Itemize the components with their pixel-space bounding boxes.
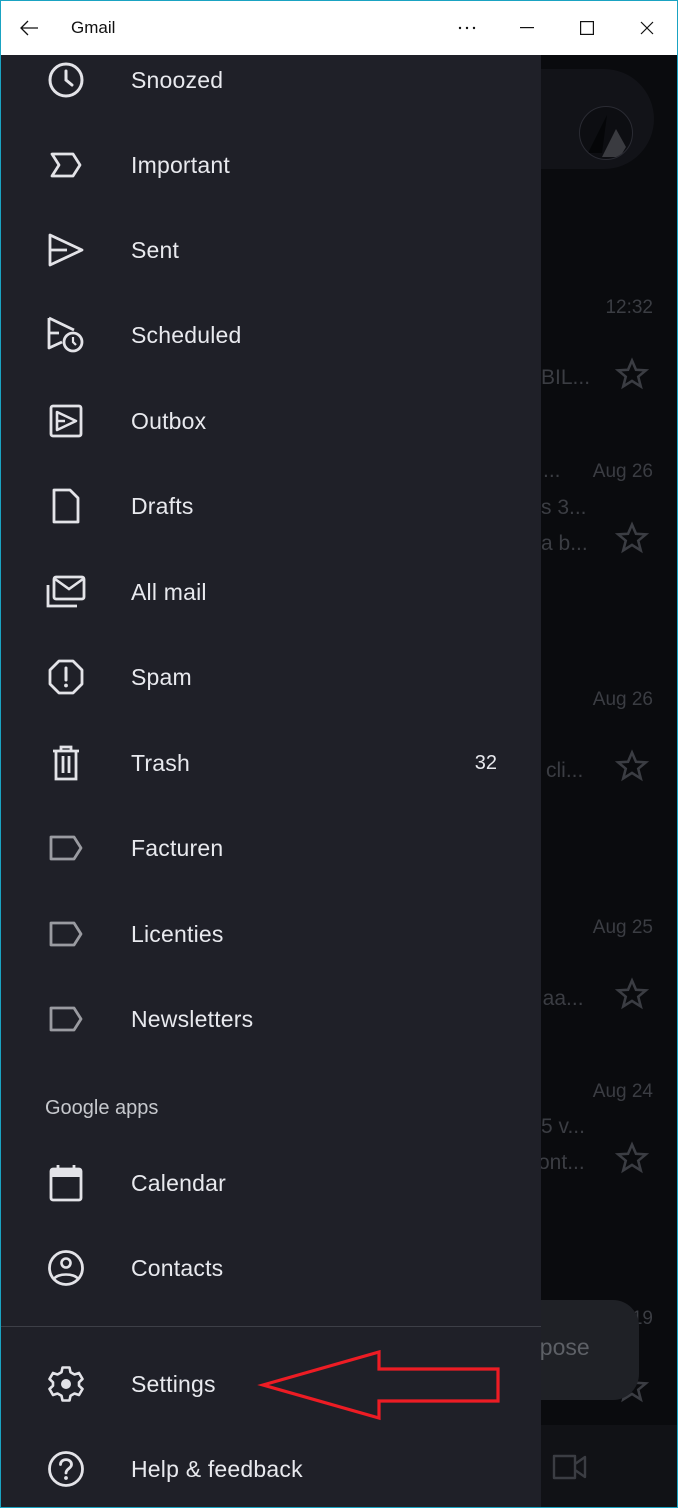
drawer-item-label: Facturen xyxy=(131,834,224,861)
drawer-item-label: All mail xyxy=(131,578,207,605)
drawer-item-important[interactable]: Important xyxy=(1,123,541,207)
mail-snippet: 5 v... xyxy=(541,1115,585,1138)
drawer-item-snoozed[interactable]: Snoozed xyxy=(1,38,541,122)
all-mail-icon xyxy=(45,571,87,613)
send-icon xyxy=(45,229,87,271)
drawer-item-label: Snoozed xyxy=(131,66,224,93)
close-icon xyxy=(640,21,654,35)
minimize-icon xyxy=(520,27,534,29)
drawer-item-label: Outbox xyxy=(131,407,207,434)
drawer-item-calendar[interactable]: Calendar xyxy=(1,1141,541,1225)
drawer-item-label: Newsletters xyxy=(131,1005,254,1032)
compose-button[interactable]: npose xyxy=(527,1300,639,1400)
bottom-navigation xyxy=(541,1425,677,1507)
mail-snippet: ... xyxy=(543,459,561,482)
drawer-divider xyxy=(1,1326,541,1327)
star-icon[interactable] xyxy=(615,521,649,555)
spam-icon xyxy=(45,656,87,698)
more-dots-icon xyxy=(458,26,476,30)
mail-time: Aug 26 xyxy=(592,461,653,482)
star-icon[interactable] xyxy=(615,1141,649,1175)
clock-icon xyxy=(45,59,87,101)
calendar-icon xyxy=(45,1162,87,1204)
mail-snippet: s 3... xyxy=(541,496,587,519)
avatar-icon xyxy=(588,115,626,157)
maximize-button[interactable] xyxy=(557,1,617,55)
label-icon xyxy=(45,998,87,1040)
drawer-item-contacts[interactable]: Contacts xyxy=(1,1226,541,1310)
drawer-item-drafts[interactable]: Drafts xyxy=(1,464,541,548)
mail-time: Aug 25 xyxy=(592,917,653,938)
navigation-drawer: Snoozed Important Sent Scheduled Outbox xyxy=(1,55,541,1507)
drawer-item-label: Calendar xyxy=(131,1169,226,1196)
account-avatar[interactable] xyxy=(579,106,633,160)
close-button[interactable] xyxy=(617,1,677,55)
drawer-item-settings[interactable]: Settings xyxy=(1,1342,541,1426)
drawer-item-sent[interactable]: Sent xyxy=(1,208,541,292)
mail-snippet: ont... xyxy=(538,1151,585,1174)
maximize-icon xyxy=(580,21,594,35)
window-title: Gmail xyxy=(71,18,116,37)
draft-icon xyxy=(45,485,87,527)
help-icon xyxy=(45,1448,87,1490)
drawer-item-label: Licenties xyxy=(131,920,224,947)
drawer-item-label: Settings xyxy=(131,1370,216,1397)
mail-snippet: a b... xyxy=(541,532,588,555)
mail-time: Aug 26 xyxy=(592,689,653,710)
search-bar[interactable] xyxy=(541,69,654,169)
outbox-icon xyxy=(45,400,87,442)
drawer-item-licenties[interactable]: Licenties xyxy=(1,892,541,976)
drawer-item-scheduled[interactable]: Scheduled xyxy=(1,293,541,377)
drawer-item-spam[interactable]: Spam xyxy=(1,635,541,719)
drawer-item-label: Scheduled xyxy=(131,321,242,348)
contacts-icon xyxy=(45,1247,87,1289)
drawer-item-all-mail[interactable]: All mail xyxy=(1,550,541,634)
drawer-item-label: Sent xyxy=(131,236,180,263)
star-icon[interactable] xyxy=(615,977,649,1011)
drawer-item-label: Trash xyxy=(131,749,190,776)
mail-time: 12:32 xyxy=(605,297,653,318)
star-icon[interactable] xyxy=(615,357,649,391)
drawer-item-label: Drafts xyxy=(131,492,194,519)
google-apps-heading: Google apps xyxy=(45,1097,159,1119)
gmail-window: Gmail 12:32 BIL... Aug 26 ... s 3... a b… xyxy=(0,0,678,1508)
star-icon[interactable] xyxy=(615,749,649,783)
drawer-item-newsletters[interactable]: Newsletters xyxy=(1,977,541,1061)
drawer-item-label: Important xyxy=(131,151,230,178)
drawer-item-outbox[interactable]: Outbox xyxy=(1,379,541,463)
drawer-item-trash[interactable]: Trash 32 xyxy=(1,721,541,805)
mail-list-background: 12:32 BIL... Aug 26 ... s 3... a b... Au… xyxy=(527,55,677,1507)
trash-icon xyxy=(45,742,87,784)
scheduled-send-icon xyxy=(45,314,87,356)
back-arrow-icon xyxy=(20,20,38,36)
important-icon xyxy=(45,144,87,186)
gear-icon xyxy=(45,1363,87,1405)
drawer-item-help-feedback[interactable]: Help & feedback xyxy=(1,1427,541,1507)
drawer-item-label: Help & feedback xyxy=(131,1455,303,1482)
label-icon xyxy=(45,913,87,955)
video-camera-icon[interactable] xyxy=(551,1452,589,1482)
trash-count-badge: 32 xyxy=(474,751,497,774)
drawer-item-label: Spam xyxy=(131,663,192,690)
mail-time: Aug 24 xyxy=(592,1081,653,1102)
label-icon xyxy=(45,827,87,869)
mail-snippet: cli... xyxy=(546,759,584,782)
drawer-item-label: Contacts xyxy=(131,1254,224,1281)
mail-snippet: BIL... xyxy=(541,366,591,389)
drawer-item-facturen[interactable]: Facturen xyxy=(1,806,541,890)
